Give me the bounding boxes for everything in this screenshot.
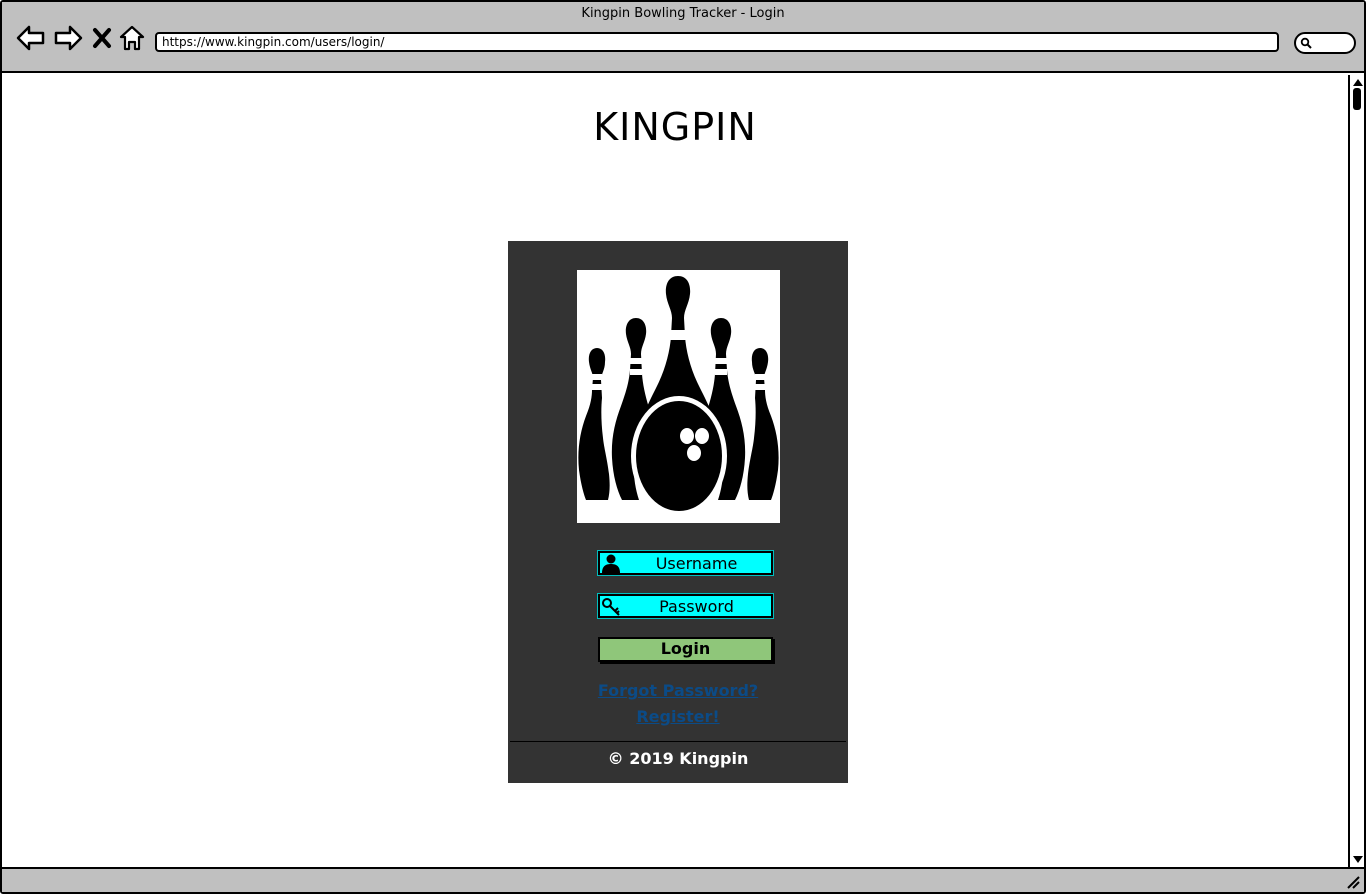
vertical-scrollbar[interactable] <box>1348 75 1364 867</box>
back-arrow-icon[interactable] <box>16 24 46 52</box>
resize-grip-icon[interactable] <box>1344 873 1360 889</box>
window-title: Kingpin Bowling Tracker - Login <box>581 6 785 21</box>
page-title: KINGPIN <box>593 105 757 149</box>
register-link[interactable]: Register! <box>508 707 848 726</box>
page-viewport: KINGPIN Username Password Login Forgot P… <box>2 75 1348 867</box>
forgot-password-link[interactable]: Forgot Password? <box>508 681 848 700</box>
browser-toolbar: Kingpin Bowling Tracker - Login https://… <box>2 2 1364 73</box>
browser-search-field[interactable] <box>1294 32 1356 54</box>
password-placeholder: Password <box>659 597 734 616</box>
scroll-thumb[interactable] <box>1353 88 1361 110</box>
login-button[interactable]: Login <box>598 637 773 662</box>
search-icon <box>1300 37 1312 49</box>
forward-arrow-icon[interactable] <box>53 24 83 52</box>
card-divider <box>510 741 846 742</box>
key-icon <box>601 597 621 616</box>
close-icon[interactable] <box>90 24 114 52</box>
url-bar[interactable]: https://www.kingpin.com/users/login/ <box>155 32 1279 52</box>
browser-window: Kingpin Bowling Tracker - Login https://… <box>0 0 1366 894</box>
home-icon[interactable] <box>118 24 146 52</box>
login-card: Username Password Login Forgot Password?… <box>508 241 848 783</box>
password-field[interactable]: Password <box>598 594 773 618</box>
scroll-up-icon[interactable] <box>1352 77 1364 87</box>
bowling-pins-logo <box>577 270 780 523</box>
username-placeholder: Username <box>655 554 738 573</box>
user-icon <box>601 554 621 573</box>
status-bar <box>2 867 1364 892</box>
scroll-down-icon[interactable] <box>1352 855 1364 865</box>
username-field[interactable]: Username <box>598 551 773 575</box>
copyright-footer: © 2019 Kingpin <box>607 749 749 768</box>
